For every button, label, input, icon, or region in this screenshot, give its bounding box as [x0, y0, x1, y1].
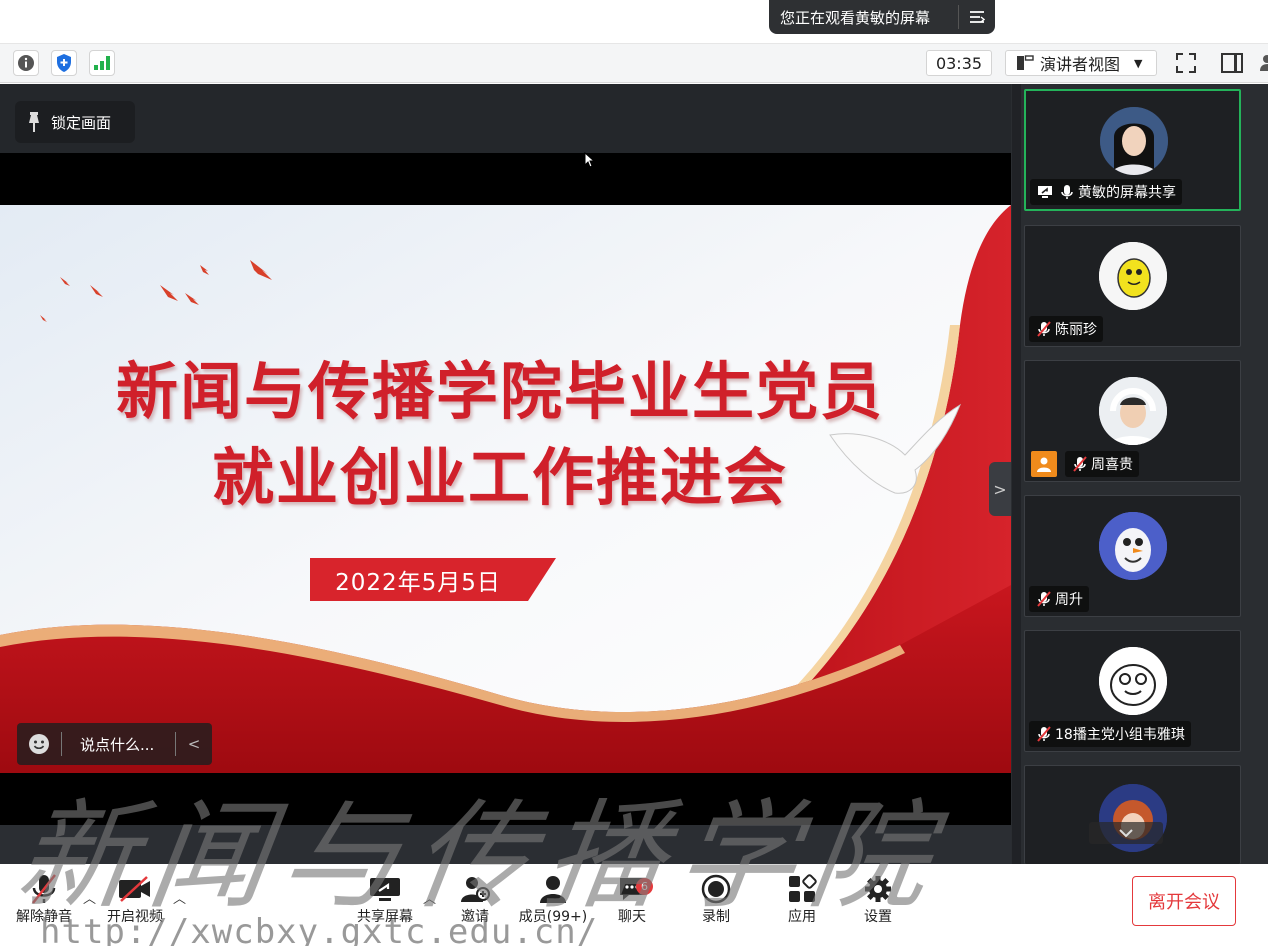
record-icon: [676, 872, 756, 906]
apps-button[interactable]: 应用: [762, 872, 842, 926]
record-button[interactable]: 录制: [676, 872, 756, 926]
quick-chat-box[interactable]: 说点什么... <: [17, 723, 212, 765]
chat-unread-badge: 6: [636, 878, 653, 895]
apps-label: 应用: [788, 909, 816, 925]
cursor-icon: [584, 152, 596, 168]
participant-tile[interactable]: 黄敏的屏幕共享: [1024, 89, 1241, 211]
slide-date: 2022年5月5日: [335, 569, 501, 596]
pin-icon: [29, 112, 39, 132]
members-label: 成员(99+): [518, 909, 588, 925]
avatar: [1099, 242, 1167, 310]
share-screen-button[interactable]: 共享屏幕: [345, 872, 425, 926]
add-user-icon: [435, 872, 515, 906]
view-mode-dropdown[interactable]: 演讲者视图 ▼: [1005, 50, 1157, 76]
avatar: [1100, 107, 1168, 175]
chat-button[interactable]: 6 聊天: [592, 872, 672, 926]
camera-off-icon: [95, 872, 175, 906]
microphone-muted-icon: [4, 872, 84, 906]
panel-divider[interactable]: [1012, 84, 1021, 864]
microphone-icon: [1056, 184, 1078, 200]
settings-label: 设置: [864, 909, 892, 925]
chevron-right-icon: >: [993, 479, 1007, 499]
screen-share-icon: [345, 872, 425, 906]
participant-tile[interactable]: [1024, 765, 1241, 864]
participant-tile[interactable]: 18播主党小组韦雅琪: [1024, 630, 1241, 752]
fullscreen-icon[interactable]: [1174, 51, 1198, 79]
meeting-timer: 03:35: [926, 50, 992, 76]
signal-icon[interactable]: [89, 50, 115, 76]
leave-meeting-button[interactable]: 离开会议: [1132, 876, 1236, 926]
scroll-down-button[interactable]: [1089, 822, 1163, 844]
participant-tile[interactable]: 周喜贵: [1024, 360, 1241, 482]
slide-date-tag: 2022年5月5日: [310, 558, 556, 601]
info-icon[interactable]: [13, 50, 39, 76]
participant-name-bar: 陈丽珍: [1029, 316, 1103, 342]
invite-label: 邀请: [461, 909, 489, 925]
layout-icon: [1017, 55, 1034, 70]
participant-tile[interactable]: 周升: [1024, 495, 1241, 617]
participant-name-bar: 周喜贵: [1027, 451, 1145, 477]
participant-name: 周喜贵: [1091, 457, 1133, 473]
top-strip: 您正在观看黄敏的屏幕: [0, 0, 1268, 44]
start-video-label: 开启视频: [107, 909, 163, 925]
avatar: [1099, 647, 1167, 715]
meeting-control-bar: 解除静音 ︿ 开启视频 ︿ 共享屏幕 ︿ 邀请 成员(99+) 6 聊天 录制 …: [0, 864, 1268, 946]
avatar: [1099, 512, 1167, 580]
slide-title-line-2: 就业创业工作推进会: [211, 441, 788, 514]
participant-name: 18播主党小组韦雅琪: [1055, 727, 1185, 743]
menu-icon[interactable]: [959, 0, 995, 34]
shared-screen-stage: 锁定画面 新闻与传播学院毕业生党员 就业创业工作推进会 2022年5月5日 说点…: [0, 84, 1011, 864]
unmute-button[interactable]: 解除静音: [4, 872, 84, 926]
stage-footer: [0, 825, 1011, 864]
shield-icon[interactable]: [51, 50, 77, 76]
share-screen-label: 共享屏幕: [357, 909, 413, 925]
chat-icon: [592, 872, 672, 906]
caret-down-icon: ▼: [1134, 56, 1143, 70]
sidebar-toggle-icon[interactable]: [1220, 51, 1244, 79]
collapse-panel-button[interactable]: >: [989, 462, 1011, 516]
chat-input-placeholder[interactable]: 说点什么...: [62, 734, 175, 755]
view-mode-label: 演讲者视图: [1040, 55, 1121, 74]
lock-view-button[interactable]: 锁定画面: [15, 101, 135, 143]
chevron-down-icon: [1119, 829, 1133, 838]
members-icon: [513, 872, 593, 906]
letterbox-bottom: [0, 773, 1011, 825]
user-icon[interactable]: [1258, 54, 1268, 76]
gear-icon: [838, 872, 918, 906]
apps-icon: [762, 872, 842, 906]
slide-title-line-1: 新闻与传播学院毕业生党员: [115, 355, 884, 428]
watching-banner-text: 您正在观看黄敏的屏幕: [780, 8, 931, 27]
meeting-toolbar: 03:35 演讲者视图 ▼: [0, 44, 1268, 83]
record-label: 录制: [702, 909, 730, 925]
lock-view-label: 锁定画面: [51, 113, 112, 132]
watching-banner: 您正在观看黄敏的屏幕: [769, 0, 995, 34]
meeting-window: 您正在观看黄敏的屏幕 03:35 演讲者视图 ▼ 锁定画面 新闻与传播学院毕业生…: [0, 0, 1268, 946]
host-badge-icon: [1031, 451, 1057, 477]
participant-name-bar: 黄敏的屏幕共享: [1030, 179, 1182, 205]
microphone-muted-icon: [1033, 591, 1055, 607]
participant-name: 周升: [1055, 592, 1083, 608]
start-video-button[interactable]: 开启视频: [95, 872, 175, 926]
chevron-up-icon[interactable]: ︿: [173, 888, 186, 907]
avatar: [1099, 377, 1167, 445]
chevron-left-icon[interactable]: <: [176, 735, 212, 753]
chat-label: 聊天: [618, 909, 646, 925]
emoji-icon[interactable]: [17, 733, 61, 755]
participant-name: 黄敏的屏幕共享: [1078, 185, 1176, 201]
members-button[interactable]: 成员(99+): [513, 872, 593, 926]
microphone-muted-icon: [1069, 456, 1091, 472]
letterbox-top: [0, 153, 1011, 205]
screen-share-icon: [1034, 185, 1056, 199]
participant-tile[interactable]: 陈丽珍: [1024, 225, 1241, 347]
microphone-muted-icon: [1033, 726, 1055, 742]
presentation-slide: 新闻与传播学院毕业生党员 就业创业工作推进会 2022年5月5日 说点什么...…: [0, 205, 1011, 773]
settings-button[interactable]: 设置: [838, 872, 918, 926]
participant-name-pill: 周喜贵: [1065, 451, 1139, 477]
participant-name: 陈丽珍: [1055, 322, 1097, 338]
invite-button[interactable]: 邀请: [435, 872, 515, 926]
microphone-muted-icon: [1033, 321, 1055, 337]
participant-name-bar: 周升: [1029, 586, 1089, 612]
participant-name-bar: 18播主党小组韦雅琪: [1029, 721, 1191, 747]
unmute-label: 解除静音: [16, 909, 72, 925]
